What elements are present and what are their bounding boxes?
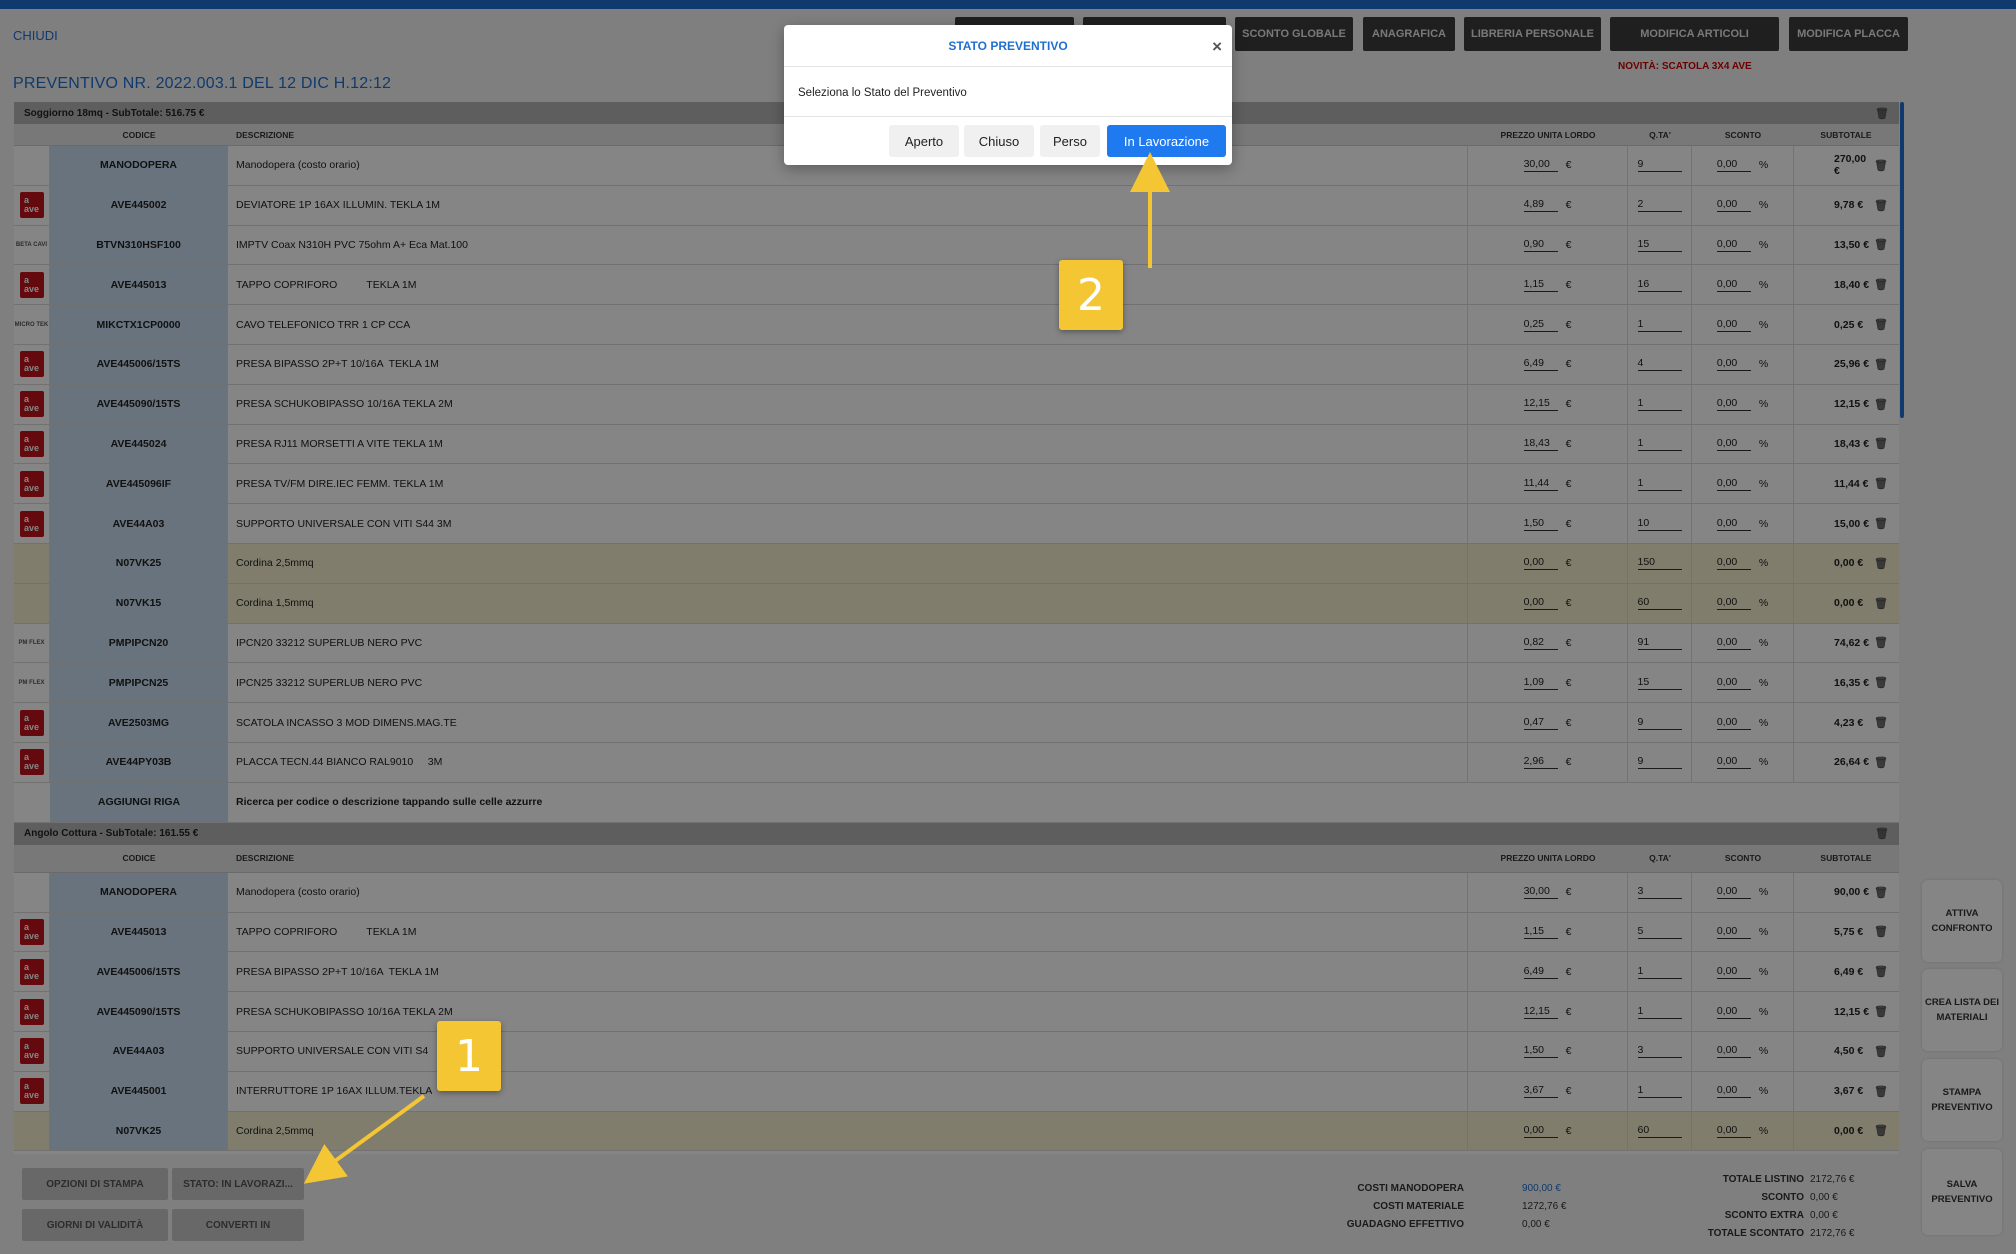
status-open-button[interactable]: Aperto xyxy=(889,125,959,157)
modal-backdrop[interactable] xyxy=(0,0,2016,1254)
status-in-progress-button[interactable]: In Lavorazione xyxy=(1107,125,1226,157)
status-dialog: STATO PREVENTIVO × Seleziona lo Stato de… xyxy=(784,25,1232,165)
status-lost-button[interactable]: Perso xyxy=(1040,125,1100,157)
divider xyxy=(784,116,1232,117)
status-closed-button[interactable]: Chiuso xyxy=(964,125,1034,157)
dialog-title: STATO PREVENTIVO xyxy=(784,25,1232,67)
dialog-message: Seleziona lo Stato del Preventivo xyxy=(798,87,967,99)
callout-step-2: 2 xyxy=(1059,260,1123,330)
close-icon[interactable]: × xyxy=(1212,37,1222,57)
callout-step-1: 1 xyxy=(437,1021,501,1091)
